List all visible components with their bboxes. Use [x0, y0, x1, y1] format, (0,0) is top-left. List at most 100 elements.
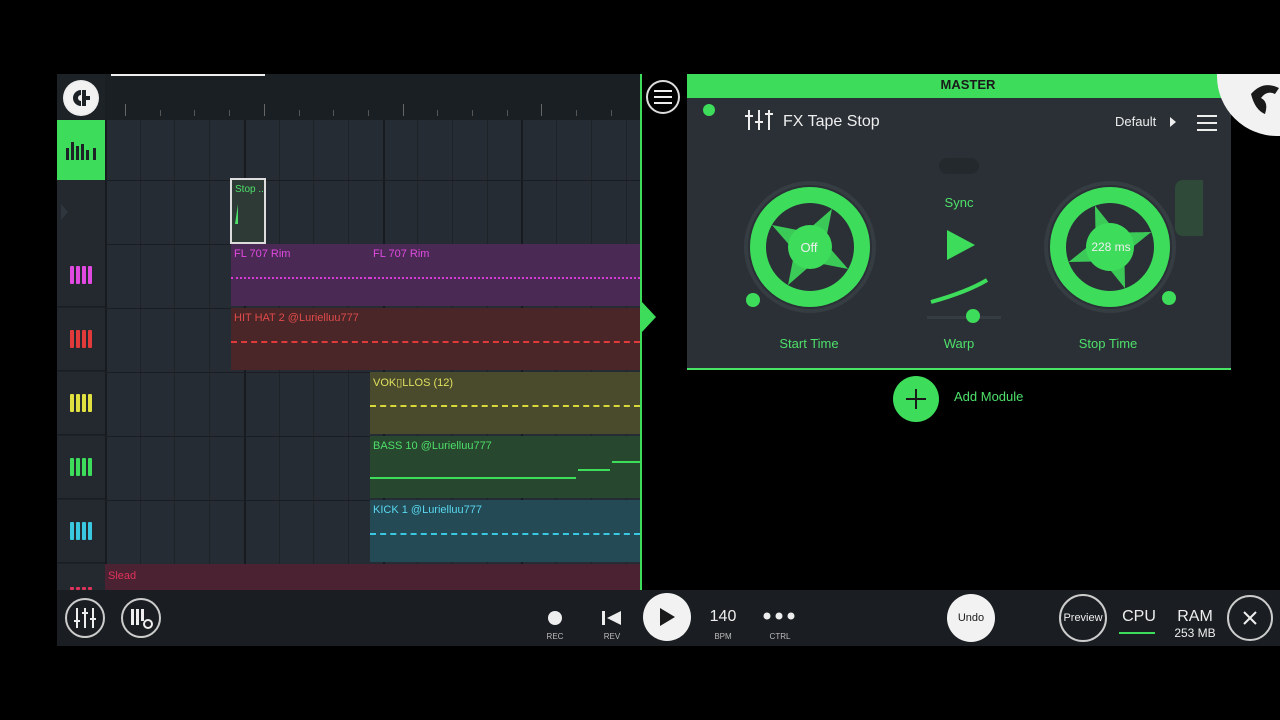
warp-label: Warp [943, 336, 975, 351]
effect-menu-icon[interactable] [1197, 115, 1217, 131]
undo-label: Undo [957, 612, 985, 624]
piano-roll-settings-button[interactable] [121, 598, 161, 638]
effect-enable-led[interactable] [703, 104, 715, 116]
chevron-right-icon[interactable] [1169, 116, 1177, 128]
ram-value: 253 MB [1174, 626, 1216, 640]
bpm-label: BPM [714, 632, 732, 641]
effect-name[interactable]: FX Tape Stop [783, 113, 880, 131]
grid-column [209, 120, 211, 590]
track-button-bass[interactable] [57, 436, 105, 499]
piano-settings-icon [131, 609, 153, 629]
grid-column [105, 120, 107, 590]
ruler-tick [194, 110, 196, 116]
clip-label: Slead [108, 570, 137, 582]
rewind-icon[interactable] [601, 610, 623, 626]
add-module-label[interactable]: Add Module [954, 389, 1023, 404]
grid-column [174, 120, 176, 590]
cpu-meter [1119, 632, 1155, 634]
clip-slead[interactable]: Slead [105, 564, 640, 590]
mixer-icon [74, 608, 96, 628]
stop-time-value: 228 ms [1091, 240, 1131, 254]
piano-keys-icon [70, 522, 92, 540]
ruler-tick [229, 110, 231, 116]
preset-name[interactable]: Default [1115, 114, 1156, 129]
add-module-button[interactable] [893, 376, 939, 422]
preview-label: Preview [1063, 612, 1103, 624]
clip-label: KICK 1 @Lurielluu777 [373, 504, 483, 516]
start-time-value: Off [800, 240, 818, 255]
timeline-ruler[interactable] [105, 74, 647, 120]
chevron-right-icon [61, 204, 68, 220]
ram-label: RAM [1177, 608, 1213, 625]
grid-column [139, 120, 141, 590]
ruler-tick [506, 110, 508, 116]
track-button-rim[interactable] [57, 244, 105, 307]
clip-label: HIT HAT 2 @Lurielluu777 [234, 312, 359, 324]
ctrl-label: CTRL [769, 632, 791, 641]
menu-icon [654, 90, 672, 104]
clip-hihat[interactable]: HIT HAT 2 @Lurielluu777 [231, 308, 640, 370]
fl-logo-icon [1251, 85, 1279, 114]
bpm-value[interactable]: 140 [703, 608, 743, 626]
clip-kick[interactable]: KICK 1 @Lurielluu777 [370, 500, 640, 562]
more-icon[interactable] [763, 612, 795, 620]
close-button[interactable] [1227, 595, 1273, 641]
record-icon[interactable] [547, 610, 563, 626]
clip-label: BASS 10 @Lurielluu777 [373, 440, 492, 452]
track-button-kick[interactable] [57, 500, 105, 563]
master-channel-bar[interactable]: MASTER [687, 74, 1249, 98]
pattern-selector-button[interactable] [57, 120, 105, 180]
preview-button[interactable]: Preview [1059, 594, 1107, 642]
menu-button[interactable] [646, 80, 680, 114]
scroll-indicator[interactable] [111, 74, 265, 76]
close-icon [1243, 611, 1257, 625]
undo-button[interactable]: Undo [947, 594, 995, 642]
ruler-tick [576, 110, 578, 116]
app-window: Stop ... FL 707 Rim FL 707 Rim HIT HAT 2… [57, 74, 1280, 646]
mixer-button[interactable] [65, 598, 105, 638]
piano-keys-icon [70, 330, 92, 348]
sync-toggle[interactable] [939, 158, 979, 174]
ruler-tick [367, 110, 369, 116]
clip-rim-1[interactable]: FL 707 Rim [231, 244, 370, 306]
play-button[interactable] [643, 593, 691, 641]
warp-slider[interactable] [927, 278, 1007, 324]
divider-gutter [642, 74, 687, 590]
clip-bass[interactable]: BASS 10 @Lurielluu777 [370, 436, 640, 498]
mixer-sliders-icon [745, 110, 773, 130]
clip-automation-stop[interactable]: Stop ... [230, 178, 266, 244]
ruler-tick [263, 104, 265, 116]
cpu-label[interactable]: CPU [1119, 608, 1159, 626]
sync-label: Sync [944, 195, 974, 210]
clip-label: FL 707 Rim [234, 248, 291, 260]
play-icon[interactable] [945, 228, 977, 262]
piano-keys-icon [70, 266, 92, 284]
ruler-tick [541, 104, 543, 116]
ruler-tick [125, 104, 126, 116]
next-module-peek[interactable] [1175, 180, 1203, 236]
rec-label: REC [546, 632, 564, 641]
ruler-tick [437, 110, 439, 116]
track-button-vox[interactable] [57, 372, 105, 435]
clip-label: FL 707 Rim [373, 248, 430, 260]
piano-keys-icon [70, 458, 92, 476]
ruler-tick [298, 110, 300, 116]
ruler-tick [402, 104, 404, 116]
collapse-arrow-icon[interactable] [642, 302, 656, 332]
rev-label: REV [603, 632, 621, 641]
transport-bar: REC REV 140 BPM CTRL Undo Preview CPU RA… [57, 590, 1280, 646]
clip-label: Stop ... [235, 184, 266, 195]
effect-panel: FX Tape Stop Default Off Start Time Sync… [687, 98, 1231, 370]
start-time-label: Start Time [779, 336, 839, 351]
clip-vox[interactable]: VOK▯LLOS (12) [370, 372, 640, 434]
fl-logo-icon[interactable] [63, 80, 99, 116]
master-label: MASTER [940, 77, 996, 92]
track-header-empty[interactable] [57, 180, 105, 244]
play-icon [660, 608, 675, 626]
ruler-tick [610, 110, 612, 116]
track-button-hihat[interactable] [57, 308, 105, 371]
track-button-slead[interactable] [57, 564, 105, 591]
clip-rim-2[interactable]: FL 707 Rim [370, 244, 640, 306]
plus-icon [906, 389, 926, 409]
stop-time-label: Stop Time [1078, 336, 1138, 351]
